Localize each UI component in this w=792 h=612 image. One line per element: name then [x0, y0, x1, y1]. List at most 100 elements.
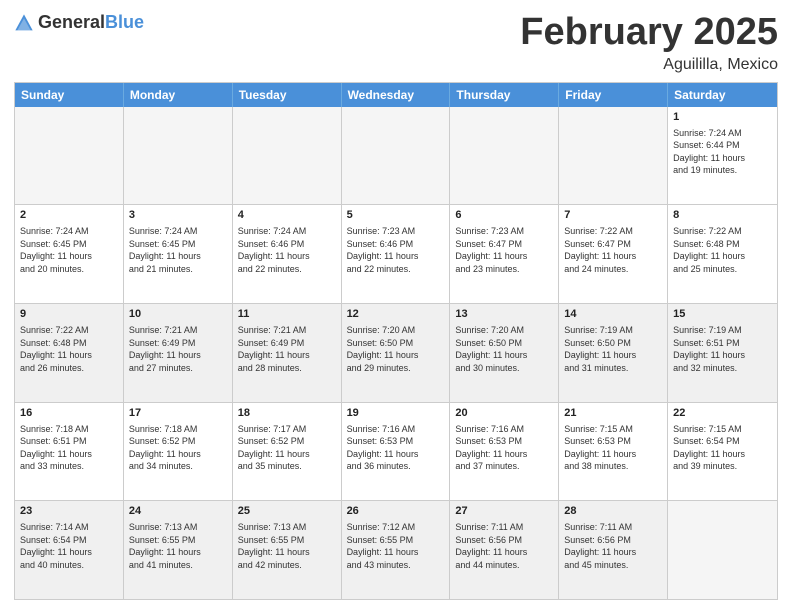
day-number: 9	[20, 307, 118, 322]
calendar-cell	[15, 107, 124, 205]
calendar-header: SundayMondayTuesdayWednesdayThursdayFrid…	[15, 83, 777, 107]
calendar-cell: 4 Sunrise: 7:24 AM Sunset: 6:46 PM Daylig…	[233, 205, 342, 303]
day-number: 5	[347, 208, 445, 223]
logo-general: General	[38, 12, 105, 32]
calendar-cell: 3 Sunrise: 7:24 AM Sunset: 6:45 PM Daylig…	[124, 205, 233, 303]
day-number: 24	[129, 504, 227, 519]
day-number: 21	[564, 406, 662, 421]
day-info: Sunrise: 7:14 AM Sunset: 6:54 PM Dayligh…	[20, 521, 118, 571]
calendar-cell: 19 Sunrise: 7:16 AM Sunset: 6:53 PM Dayli…	[342, 403, 451, 501]
day-number: 12	[347, 307, 445, 322]
day-number: 20	[455, 406, 553, 421]
calendar-cell	[233, 107, 342, 205]
calendar-week: 16 Sunrise: 7:18 AM Sunset: 6:51 PM Dayli…	[15, 402, 777, 501]
day-number: 19	[347, 406, 445, 421]
calendar-cell	[559, 107, 668, 205]
calendar-cell: 25 Sunrise: 7:13 AM Sunset: 6:55 PM Dayli…	[233, 501, 342, 599]
day-info: Sunrise: 7:23 AM Sunset: 6:46 PM Dayligh…	[347, 225, 445, 275]
calendar-cell: 5 Sunrise: 7:23 AM Sunset: 6:46 PM Daylig…	[342, 205, 451, 303]
calendar-cell: 26 Sunrise: 7:12 AM Sunset: 6:55 PM Dayli…	[342, 501, 451, 599]
calendar-cell: 27Sunrise: 7:11 AM Sunset: 6:56 PM Dayli…	[450, 501, 559, 599]
day-info: Sunrise: 7:24 AM Sunset: 6:45 PM Dayligh…	[129, 225, 227, 275]
day-number: 26	[347, 504, 445, 519]
day-info: Sunrise: 7:13 AM Sunset: 6:55 PM Dayligh…	[238, 521, 336, 571]
calendar-cell: 21Sunrise: 7:15 AM Sunset: 6:53 PM Dayli…	[559, 403, 668, 501]
calendar-cell: 20 Sunrise: 7:16 AM Sunset: 6:53 PM Dayli…	[450, 403, 559, 501]
day-info: Sunrise: 7:11 AM Sunset: 6:56 PM Dayligh…	[564, 521, 662, 571]
weekday-header: Thursday	[450, 83, 559, 107]
day-number: 2	[20, 208, 118, 223]
calendar-cell: 13 Sunrise: 7:20 AM Sunset: 6:50 PM Dayli…	[450, 304, 559, 402]
day-number: 18	[238, 406, 336, 421]
weekday-header: Friday	[559, 83, 668, 107]
day-info: Sunrise: 7:16 AM Sunset: 6:53 PM Dayligh…	[347, 423, 445, 473]
calendar-cell: 8 Sunrise: 7:22 AM Sunset: 6:48 PM Daylig…	[668, 205, 777, 303]
day-number: 3	[129, 208, 227, 223]
logo-text: GeneralBlue	[38, 12, 144, 33]
calendar-week: 1Sunrise: 7:24 AM Sunset: 6:44 PM Daylig…	[15, 107, 777, 205]
calendar-cell: 17 Sunrise: 7:18 AM Sunset: 6:52 PM Dayli…	[124, 403, 233, 501]
day-info: Sunrise: 7:21 AM Sunset: 6:49 PM Dayligh…	[129, 324, 227, 374]
calendar-cell: 9 Sunrise: 7:22 AM Sunset: 6:48 PM Daylig…	[15, 304, 124, 402]
location-title: Aguililla, Mexico	[520, 56, 778, 74]
day-info: Sunrise: 7:23 AM Sunset: 6:47 PM Dayligh…	[455, 225, 553, 275]
day-number: 27	[455, 504, 553, 519]
calendar-cell: 23 Sunrise: 7:14 AM Sunset: 6:54 PM Dayli…	[15, 501, 124, 599]
day-info: Sunrise: 7:18 AM Sunset: 6:51 PM Dayligh…	[20, 423, 118, 473]
calendar-body: 1Sunrise: 7:24 AM Sunset: 6:44 PM Daylig…	[15, 107, 777, 599]
calendar-cell: 28 Sunrise: 7:11 AM Sunset: 6:56 PM Dayli…	[559, 501, 668, 599]
day-info: Sunrise: 7:24 AM Sunset: 6:45 PM Dayligh…	[20, 225, 118, 275]
day-info: Sunrise: 7:13 AM Sunset: 6:55 PM Dayligh…	[129, 521, 227, 571]
calendar-week: 2 Sunrise: 7:24 AM Sunset: 6:45 PM Daylig…	[15, 204, 777, 303]
day-number: 28	[564, 504, 662, 519]
day-number: 7	[564, 208, 662, 223]
calendar-cell: 14 Sunrise: 7:19 AM Sunset: 6:50 PM Dayli…	[559, 304, 668, 402]
day-number: 13	[455, 307, 553, 322]
calendar-cell: 18 Sunrise: 7:17 AM Sunset: 6:52 PM Dayli…	[233, 403, 342, 501]
day-number: 4	[238, 208, 336, 223]
calendar-cell: 11Sunrise: 7:21 AM Sunset: 6:49 PM Dayli…	[233, 304, 342, 402]
calendar-cell	[450, 107, 559, 205]
calendar-week: 9 Sunrise: 7:22 AM Sunset: 6:48 PM Daylig…	[15, 303, 777, 402]
day-number: 22	[673, 406, 772, 421]
calendar-week: 23 Sunrise: 7:14 AM Sunset: 6:54 PM Dayli…	[15, 500, 777, 599]
day-info: Sunrise: 7:21 AM Sunset: 6:49 PM Dayligh…	[238, 324, 336, 374]
day-info: Sunrise: 7:12 AM Sunset: 6:55 PM Dayligh…	[347, 521, 445, 571]
day-info: Sunrise: 7:15 AM Sunset: 6:54 PM Dayligh…	[673, 423, 772, 473]
day-number: 23	[20, 504, 118, 519]
day-info: Sunrise: 7:24 AM Sunset: 6:46 PM Dayligh…	[238, 225, 336, 275]
calendar-cell: 15 Sunrise: 7:19 AM Sunset: 6:51 PM Dayli…	[668, 304, 777, 402]
title-block: February 2025 Aguililla, Mexico	[520, 12, 778, 74]
day-info: Sunrise: 7:22 AM Sunset: 6:48 PM Dayligh…	[20, 324, 118, 374]
day-info: Sunrise: 7:20 AM Sunset: 6:50 PM Dayligh…	[455, 324, 553, 374]
calendar-cell: 22 Sunrise: 7:15 AM Sunset: 6:54 PM Dayli…	[668, 403, 777, 501]
day-info: Sunrise: 7:19 AM Sunset: 6:51 PM Dayligh…	[673, 324, 772, 374]
day-number: 15	[673, 307, 772, 322]
calendar-cell: 10 Sunrise: 7:21 AM Sunset: 6:49 PM Dayli…	[124, 304, 233, 402]
calendar-cell: 12Sunrise: 7:20 AM Sunset: 6:50 PM Dayli…	[342, 304, 451, 402]
day-number: 14	[564, 307, 662, 322]
day-number: 10	[129, 307, 227, 322]
day-info: Sunrise: 7:18 AM Sunset: 6:52 PM Dayligh…	[129, 423, 227, 473]
day-number: 16	[20, 406, 118, 421]
day-info: Sunrise: 7:17 AM Sunset: 6:52 PM Dayligh…	[238, 423, 336, 473]
calendar-cell: 24 Sunrise: 7:13 AM Sunset: 6:55 PM Dayli…	[124, 501, 233, 599]
weekday-header: Monday	[124, 83, 233, 107]
day-number: 17	[129, 406, 227, 421]
calendar: SundayMondayTuesdayWednesdayThursdayFrid…	[14, 82, 778, 600]
calendar-cell	[124, 107, 233, 205]
page: GeneralBlue February 2025 Aguililla, Mex…	[0, 0, 792, 612]
day-info: Sunrise: 7:22 AM Sunset: 6:48 PM Dayligh…	[673, 225, 772, 275]
day-number: 25	[238, 504, 336, 519]
day-info: Sunrise: 7:19 AM Sunset: 6:50 PM Dayligh…	[564, 324, 662, 374]
logo-blue: Blue	[105, 12, 144, 32]
logo: GeneralBlue	[14, 12, 144, 33]
month-title: February 2025	[520, 12, 778, 54]
calendar-cell: 16 Sunrise: 7:18 AM Sunset: 6:51 PM Dayli…	[15, 403, 124, 501]
weekday-header: Saturday	[668, 83, 777, 107]
day-info: Sunrise: 7:16 AM Sunset: 6:53 PM Dayligh…	[455, 423, 553, 473]
header: GeneralBlue February 2025 Aguililla, Mex…	[14, 12, 778, 74]
day-number: 8	[673, 208, 772, 223]
calendar-cell	[342, 107, 451, 205]
day-number: 6	[455, 208, 553, 223]
